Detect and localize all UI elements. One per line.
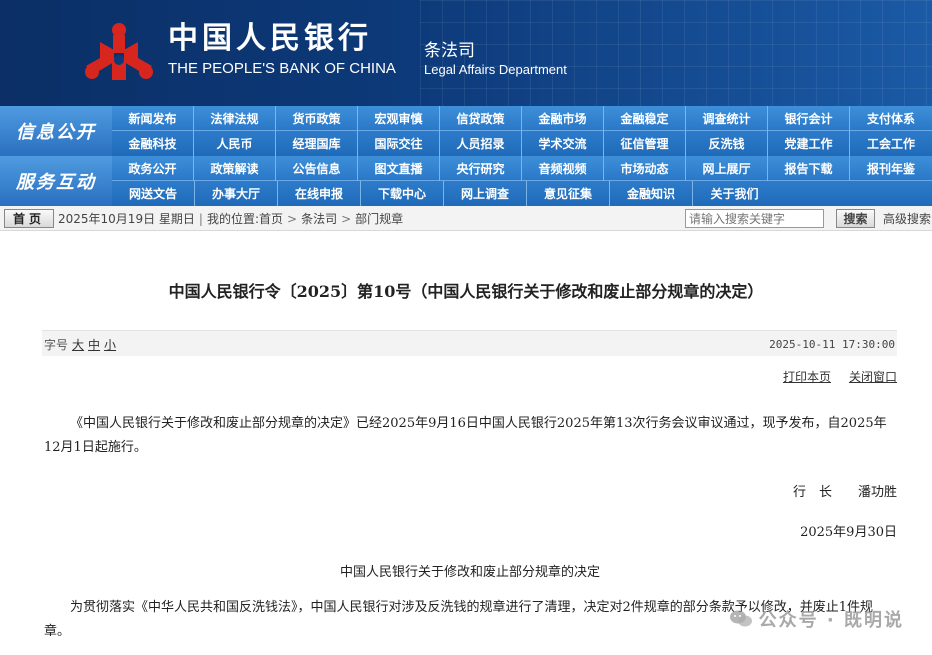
nav-item-service-r2-0[interactable]: 网送文告 <box>112 181 195 206</box>
nav-item-info-r2-0[interactable]: 金融科技 <box>112 131 194 156</box>
nav-item-info-r2-7[interactable]: 反洗钱 <box>686 131 768 156</box>
font-size-large[interactable]: 大 <box>72 336 84 353</box>
nav-row: 政务公开 政策解读 公告信息 图文直播 央行研究 音频视频 市场动态 网上展厅 报告下载 报刊年鉴 <box>112 156 932 181</box>
nav-item-info-r1-8[interactable]: 银行会计 <box>768 106 850 131</box>
nav-item-service-r1-1[interactable]: 政策解读 <box>194 156 276 181</box>
nav-item-service-r2-2[interactable]: 在线申报 <box>278 181 361 206</box>
nav-item-info-r2-1[interactable]: 人民币 <box>194 131 276 156</box>
nav-item-info-r1-0[interactable]: 新闻发布 <box>112 106 194 131</box>
nav-section-title: 服务互动 <box>0 156 112 206</box>
font-size-selector: 字号 大 中 小 <box>44 331 116 357</box>
department-name-cn: 条法司 <box>424 41 475 61</box>
breadcrumb: 2025年10月19日 星期日 | 我的位置: 首页 > 条法司 > 部门规章 <box>58 206 403 231</box>
nav-item-service-r1-0[interactable]: 政务公开 <box>112 156 194 181</box>
advanced-search-link[interactable]: 高级搜索 <box>883 206 931 231</box>
article-content: 中国人民银行令〔2025〕第10号（中国人民银行关于修改和废止部分规章的决定） … <box>0 232 932 655</box>
breadcrumb-home[interactable]: 首页 <box>259 210 283 227</box>
font-size-small[interactable]: 小 <box>104 336 116 353</box>
nav-item-service-r1-7[interactable]: 网上展厅 <box>686 156 768 181</box>
nav-item-service-r1-8[interactable]: 报告下载 <box>768 156 850 181</box>
nav-item-info-r1-2[interactable]: 货币政策 <box>276 106 358 131</box>
nav-row: 网送文告 办事大厅 在线申报 下载中心 网上调查 意见征集 金融知识 关于我们 <box>112 181 932 206</box>
page-title: 中国人民银行令〔2025〕第10号（中国人民银行关于修改和废止部分规章的决定） <box>168 282 764 301</box>
nav-section-title: 信息公开 <box>0 106 112 156</box>
chevron-right-icon: > <box>287 211 298 226</box>
nav-info-disclosure: 信息公开 新闻发布 法律法规 货币政策 宏观审慎 信贷政策 金融市场 金融稳定 调查统计 银行会… <box>0 106 932 156</box>
current-date: 2025年10月19日 星期日 <box>58 212 195 226</box>
nav-row: 新闻发布 法律法规 货币政策 宏观审慎 信贷政策 金融市场 金融稳定 调查统计 银行会计 支付体系 <box>112 106 932 131</box>
nav-item-info-r1-1[interactable]: 法律法规 <box>194 106 276 131</box>
nav-item-info-r2-5[interactable]: 学术交流 <box>522 131 604 156</box>
nav-item-service-r2-4[interactable]: 网上调查 <box>444 181 527 206</box>
nav-item-service-r2-7[interactable]: 关于我们 <box>693 181 776 206</box>
article-meta-bar: 字号 大 中 小 2025-10-11 17:30:00 <box>42 330 897 356</box>
nav-item-info-r1-9[interactable]: 支付体系 <box>850 106 932 131</box>
nav-item-info-r1-7[interactable]: 调查统计 <box>686 106 768 131</box>
nav-item-info-r2-2[interactable]: 经理国库 <box>276 131 358 156</box>
home-button[interactable]: 首页 <box>4 209 54 228</box>
article-actions: 打印本页 关闭窗口 <box>783 368 897 385</box>
nav-item-service-r1-9[interactable]: 报刊年鉴 <box>850 156 932 181</box>
nav-item-service-r1-3[interactable]: 图文直播 <box>358 156 440 181</box>
nav-item-info-r2-6[interactable]: 征信管理 <box>604 131 686 156</box>
search-input[interactable] <box>685 209 824 228</box>
nav-item-service-r1-2[interactable]: 公告信息 <box>276 156 358 181</box>
department-name-en: Legal Affairs Department <box>424 62 567 77</box>
breadcrumb-rules[interactable]: 部门规章 <box>355 210 403 227</box>
header-grid-decoration <box>420 0 932 106</box>
close-window-link[interactable]: 关闭窗口 <box>849 368 897 385</box>
search-button[interactable]: 搜索 <box>836 209 875 228</box>
publish-time: 2025-10-11 17:30:00 <box>769 337 895 351</box>
nav-item-service-r1-5[interactable]: 音频视频 <box>522 156 604 181</box>
wechat-icon <box>729 610 752 627</box>
nav-item-info-r2-4[interactable]: 人员招录 <box>440 131 522 156</box>
nav-service-interaction: 服务互动 政务公开 政策解读 公告信息 图文直播 央行研究 音频视频 市场动态 网上展厅 报告下… <box>0 156 932 206</box>
print-page-link[interactable]: 打印本页 <box>783 368 831 385</box>
nav-item-info-r1-4[interactable]: 信贷政策 <box>440 106 522 131</box>
nav-item-service-r1-6[interactable]: 市场动态 <box>604 156 686 181</box>
nav-item-info-r2-9[interactable]: 工会工作 <box>850 131 932 156</box>
bank-name-en: THE PEOPLE'S BANK OF CHINA <box>168 60 396 77</box>
bank-name-cn: 中国人民银行 <box>168 21 372 56</box>
watermark-text: 公众号 · 既明说 <box>758 610 904 631</box>
font-size-medium[interactable]: 中 <box>88 336 100 353</box>
signer: 行 长 潘功胜 <box>792 485 897 500</box>
watermark: 公众号 · 既明说 <box>729 606 904 632</box>
site-header: 中国人民银行 THE PEOPLE'S BANK OF CHINA 条法司 Le… <box>0 0 932 106</box>
nav-item-service-r2-6[interactable]: 金融知识 <box>610 181 693 206</box>
sign-date: 2025年9月30日 <box>800 525 897 540</box>
nav-item-info-r1-6[interactable]: 金融稳定 <box>604 106 686 131</box>
nav-item-service-r2-3[interactable]: 下载中心 <box>361 181 444 206</box>
pboc-logo-icon[interactable] <box>82 20 156 84</box>
nav-item-info-r2-8[interactable]: 党建工作 <box>768 131 850 156</box>
nav-item-service-r1-4[interactable]: 央行研究 <box>440 156 522 181</box>
nav-item-info-r1-3[interactable]: 宏观审慎 <box>358 106 440 131</box>
nav-item-service-r2-1[interactable]: 办事大厅 <box>195 181 278 206</box>
breadcrumb-department[interactable]: 条法司 <box>301 210 337 227</box>
nav-item-service-r2-5[interactable]: 意见征集 <box>527 181 610 206</box>
nav-item-info-r2-3[interactable]: 国际交往 <box>358 131 440 156</box>
status-bar: 首页 2025年10月19日 星期日 | 我的位置: 首页 > 条法司 > 部门… <box>0 206 932 231</box>
decision-subtitle: 中国人民银行关于修改和废止部分规章的决定 <box>339 565 600 580</box>
location-label: 我的位置: <box>206 212 259 226</box>
article-paragraph: 《中国人民银行关于修改和废止部分规章的决定》已经2025年9月16日中国人民银行… <box>44 416 887 455</box>
font-size-label: 字号 <box>44 337 69 352</box>
divider: | <box>198 211 203 226</box>
chevron-right-icon: > <box>341 211 352 226</box>
nav-item-info-r1-5[interactable]: 金融市场 <box>522 106 604 131</box>
nav-row: 金融科技 人民币 经理国库 国际交往 人员招录 学术交流 征信管理 反洗钱 党建工作 工会工作 <box>112 131 932 156</box>
